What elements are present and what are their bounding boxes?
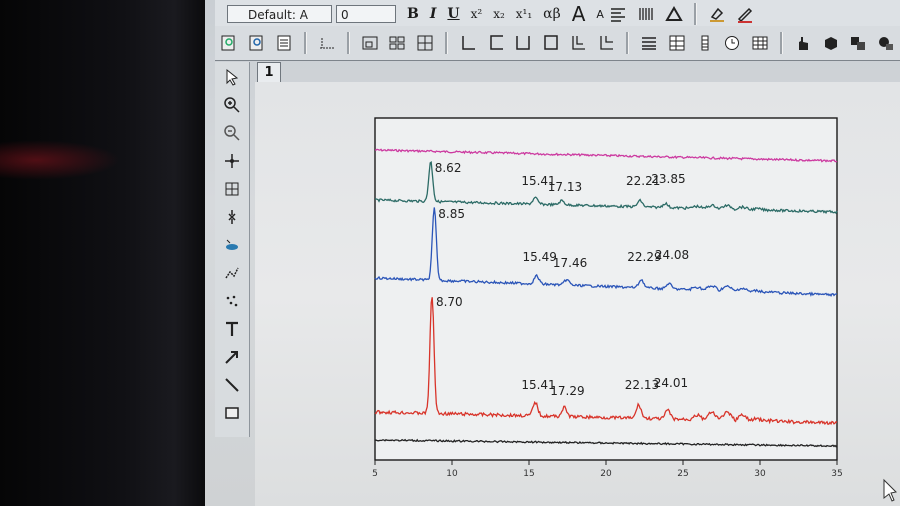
- peak-label: 8.70: [436, 295, 463, 309]
- rectangle-tool-icon[interactable]: [219, 400, 245, 426]
- toolbar-separator: [346, 32, 350, 54]
- tools-toolbar: [215, 62, 250, 437]
- superscript-button[interactable]: x²: [471, 7, 483, 21]
- ambient-light-glow: [0, 140, 120, 180]
- x-tick-label: 5: [372, 469, 378, 479]
- draw-data-icon[interactable]: [219, 232, 245, 258]
- zoom-page-icon[interactable]: [218, 32, 240, 54]
- fill-color-icon[interactable]: [706, 3, 728, 25]
- axis-double-l-icon[interactable]: [568, 32, 590, 54]
- axis-box-open-icon[interactable]: [485, 32, 507, 54]
- axis-l-icon[interactable]: [457, 32, 479, 54]
- mouse-cursor-icon: [883, 478, 898, 502]
- font-name-select[interactable]: Default: A: [227, 5, 332, 23]
- axis-u-icon[interactable]: [513, 32, 535, 54]
- monitor-bezel: [0, 0, 205, 506]
- x-tick-label: 30: [754, 469, 766, 479]
- supsub-button[interactable]: x¹₁: [516, 7, 532, 21]
- table-icon[interactable]: [749, 32, 771, 54]
- hand-icon[interactable]: [792, 32, 814, 54]
- zoom-layer-icon[interactable]: [246, 32, 268, 54]
- axis-box-icon[interactable]: [540, 32, 562, 54]
- screen-reader-icon[interactable]: [219, 148, 245, 174]
- toolbar-separator: [304, 32, 308, 54]
- underline-button[interactable]: U: [447, 6, 459, 22]
- toolbar-separator: [780, 32, 784, 54]
- increase-font-button[interactable]: A: [572, 2, 586, 26]
- worksheet-icon[interactable]: [666, 32, 688, 54]
- font-size-select[interactable]: 0: [336, 5, 396, 23]
- axis-stack-icon[interactable]: [596, 32, 618, 54]
- application-window: Default: A 0 B I U x² x₂ x¹₁ αβ A A 1 5 …: [205, 0, 900, 506]
- group-icon[interactable]: [848, 32, 870, 54]
- triangle-color-icon[interactable]: [663, 3, 685, 25]
- page-view-icon[interactable]: [273, 32, 295, 54]
- bold-button[interactable]: B: [407, 6, 419, 22]
- peak-label: 15.49: [523, 250, 557, 264]
- xrd-chart: 5 10 15 20 25 30 358.6215.4117.13 22.2123.858.8…: [372, 117, 843, 479]
- data-reader-icon[interactable]: [219, 176, 245, 202]
- layer-grid-icon[interactable]: [414, 32, 436, 54]
- pattern-icon[interactable]: [635, 3, 657, 25]
- lines-icon[interactable]: [638, 32, 660, 54]
- format-toolbar: Default: A 0 B I U x² x₂ x¹₁ αβ A A: [215, 0, 900, 29]
- x-tick-label: 15: [523, 469, 534, 479]
- greek-button[interactable]: αβ: [543, 6, 561, 22]
- layer-tab[interactable]: 1: [257, 62, 281, 84]
- peak-label: 8.62: [435, 161, 462, 175]
- toolbar-separator: [445, 32, 449, 54]
- object-icon[interactable]: [820, 32, 842, 54]
- layer-1-icon[interactable]: [359, 32, 381, 54]
- x-tick-label: 25: [677, 469, 688, 479]
- decrease-font-button[interactable]: A: [596, 8, 604, 21]
- peak-label: 23.85: [651, 172, 685, 186]
- peak-label: 24.01: [654, 376, 688, 390]
- arrange-icon[interactable]: [875, 32, 897, 54]
- peak-label: 17.29: [550, 384, 584, 398]
- toolbar-separator: [626, 32, 630, 54]
- arrow-tool-icon[interactable]: [219, 344, 245, 370]
- subscript-button[interactable]: x₂: [493, 7, 505, 21]
- zoom-in-icon[interactable]: [219, 92, 245, 118]
- peak-label: 17.46: [553, 256, 587, 270]
- peak-label: 24.08: [655, 248, 689, 262]
- x-tick-label: 10: [446, 469, 458, 479]
- mask-points-icon[interactable]: [219, 260, 245, 286]
- layer-2-icon[interactable]: [387, 32, 409, 54]
- graph-page: 5 10 15 20 25 30 35 8.62 15.41 17.13 22.21 23.85 8.8…: [255, 82, 900, 506]
- pen-color-icon[interactable]: [734, 3, 756, 25]
- clock-icon[interactable]: [722, 32, 744, 54]
- scatter-points-icon[interactable]: [219, 288, 245, 314]
- zoom-out-icon[interactable]: [219, 120, 245, 146]
- peak-label: 17.13: [548, 180, 582, 194]
- text-tool-icon[interactable]: [219, 316, 245, 342]
- align-icon[interactable]: [607, 3, 629, 25]
- peak-label: 8.85: [438, 207, 465, 221]
- data-selector-icon[interactable]: [316, 32, 338, 54]
- italic-button[interactable]: I: [430, 6, 437, 22]
- x-tick-label: 20: [600, 469, 612, 479]
- column-icon[interactable]: [694, 32, 716, 54]
- data-selector-tool-icon[interactable]: [219, 204, 245, 230]
- pointer-icon[interactable]: [219, 64, 245, 90]
- line-tool-icon[interactable]: [219, 372, 245, 398]
- graph-toolbar: [215, 26, 900, 61]
- toolbar-separator: [693, 3, 697, 25]
- x-tick-label: 35: [831, 469, 842, 479]
